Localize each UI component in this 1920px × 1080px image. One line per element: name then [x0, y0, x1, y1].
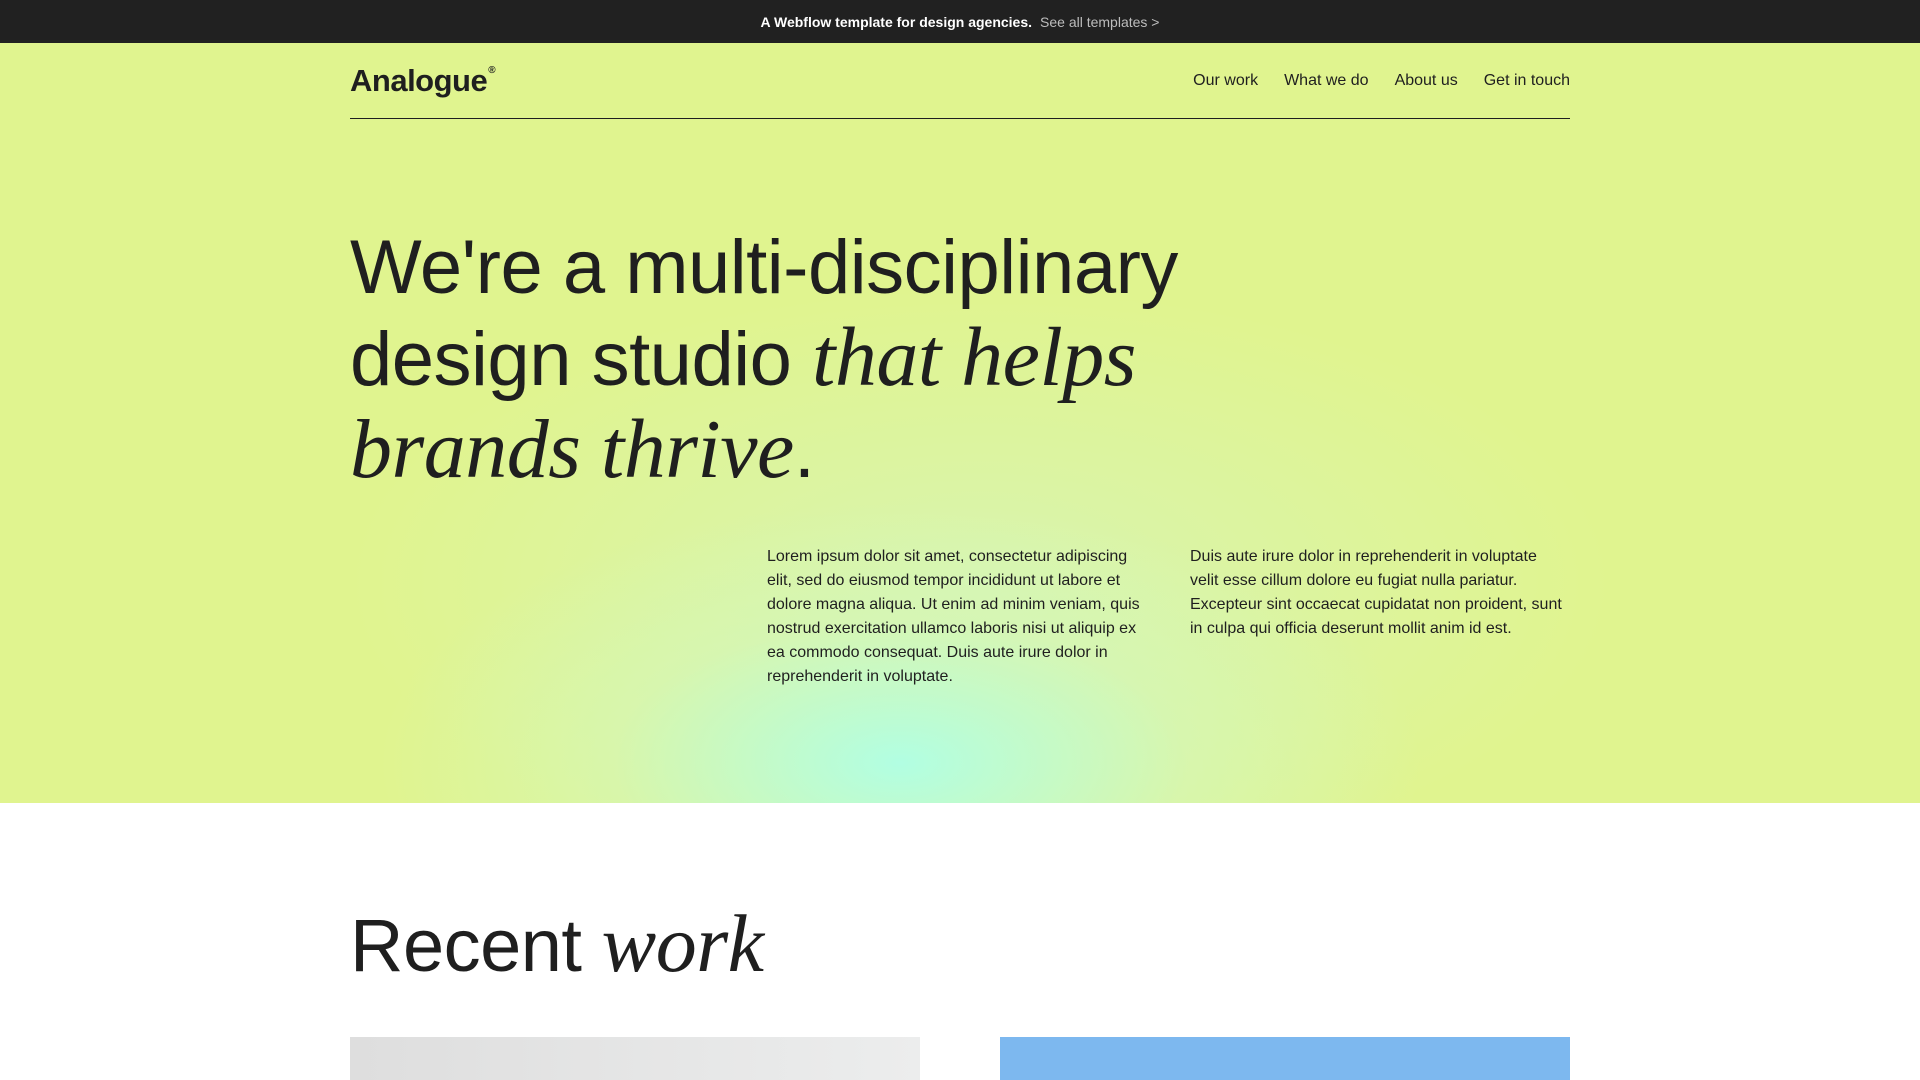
site-logo[interactable]: Analogue ® [350, 63, 496, 98]
nav-link-our-work[interactable]: Our work [1193, 72, 1258, 90]
see-all-templates-link[interactable]: See all templates > [1040, 14, 1159, 30]
hero-section: Analogue ® Our work What we do About us … [0, 43, 1920, 803]
hero-body-columns: Lorem ipsum dolor sit amet, consectetur … [767, 545, 1570, 689]
hero-paragraph-1: Lorem ipsum dolor sit amet, consectetur … [767, 548, 1140, 685]
work-card-1[interactable] [350, 1037, 920, 1080]
hero-paragraph-2: Duis aute irure dolor in reprehenderit i… [1190, 548, 1562, 637]
recent-work-section: Recent work [0, 803, 1920, 1080]
nav-link-what-we-do[interactable]: What we do [1284, 72, 1368, 90]
work-card-2[interactable] [1000, 1037, 1570, 1080]
registered-mark: ® [488, 65, 496, 76]
announcement-bar: A Webflow template for design agencies. … [0, 0, 1920, 43]
announcement-text: A Webflow template for design agencies. [760, 13, 1033, 30]
hero-headline: We're a multi-disciplinary design studio… [350, 223, 1370, 497]
main-navigation: Analogue ® Our work What we do About us … [350, 43, 1570, 119]
recent-title-plain: Recent [350, 904, 582, 987]
recent-title-italic: work [601, 898, 765, 989]
nav-links: Our work What we do About us Get in touc… [1193, 72, 1570, 90]
logo-text: Analogue [350, 63, 488, 98]
nav-link-get-in-touch[interactable]: Get in touch [1484, 72, 1570, 90]
nav-link-about-us[interactable]: About us [1395, 72, 1458, 90]
work-cards [350, 1037, 1570, 1080]
headline-period: . [793, 409, 815, 494]
recent-work-title: Recent work [350, 903, 1570, 985]
